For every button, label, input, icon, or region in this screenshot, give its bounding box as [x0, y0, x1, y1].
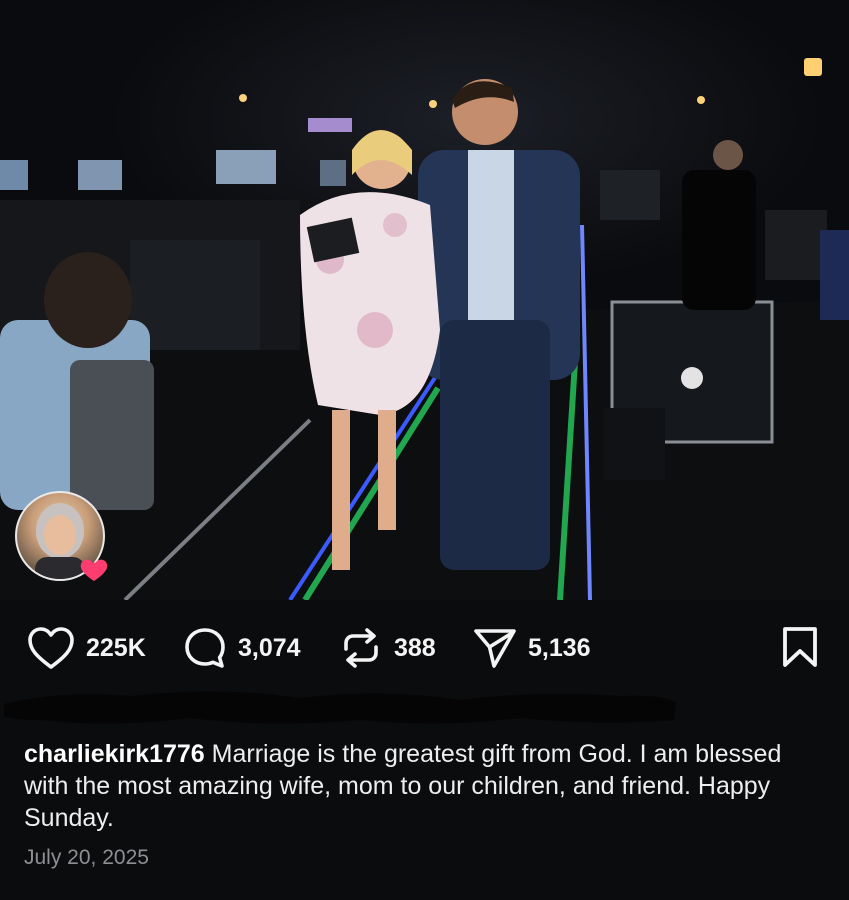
- share-button[interactable]: 5,136: [472, 620, 591, 676]
- repost-button[interactable]: 388: [338, 620, 436, 676]
- heart-icon: [26, 625, 76, 671]
- repost-arrows-icon: [338, 625, 384, 671]
- repost-count: 388: [394, 633, 436, 662]
- post-photo[interactable]: [0, 0, 849, 600]
- caption-username[interactable]: charliekirk1776: [24, 740, 205, 768]
- backstage-scene: [0, 58, 849, 600]
- post-date: July 20, 2025: [24, 846, 149, 869]
- heart-icon: [78, 553, 110, 585]
- like-count: 225K: [86, 633, 146, 662]
- like-button[interactable]: 225K: [26, 620, 146, 676]
- comment-count: 3,074: [238, 633, 301, 662]
- share-count: 5,136: [528, 633, 591, 662]
- comment-bubble-icon: [182, 625, 228, 671]
- comment-button[interactable]: 3,074: [182, 620, 301, 676]
- save-button[interactable]: [781, 626, 819, 673]
- redacted-text: [0, 684, 680, 730]
- post-caption: charliekirk1776 Marriage is the greatest…: [24, 738, 824, 834]
- post-action-bar: 225K 3,074 388 5,136: [0, 600, 849, 695]
- paper-plane-icon: [472, 625, 518, 671]
- bookmark-icon: [781, 627, 819, 672]
